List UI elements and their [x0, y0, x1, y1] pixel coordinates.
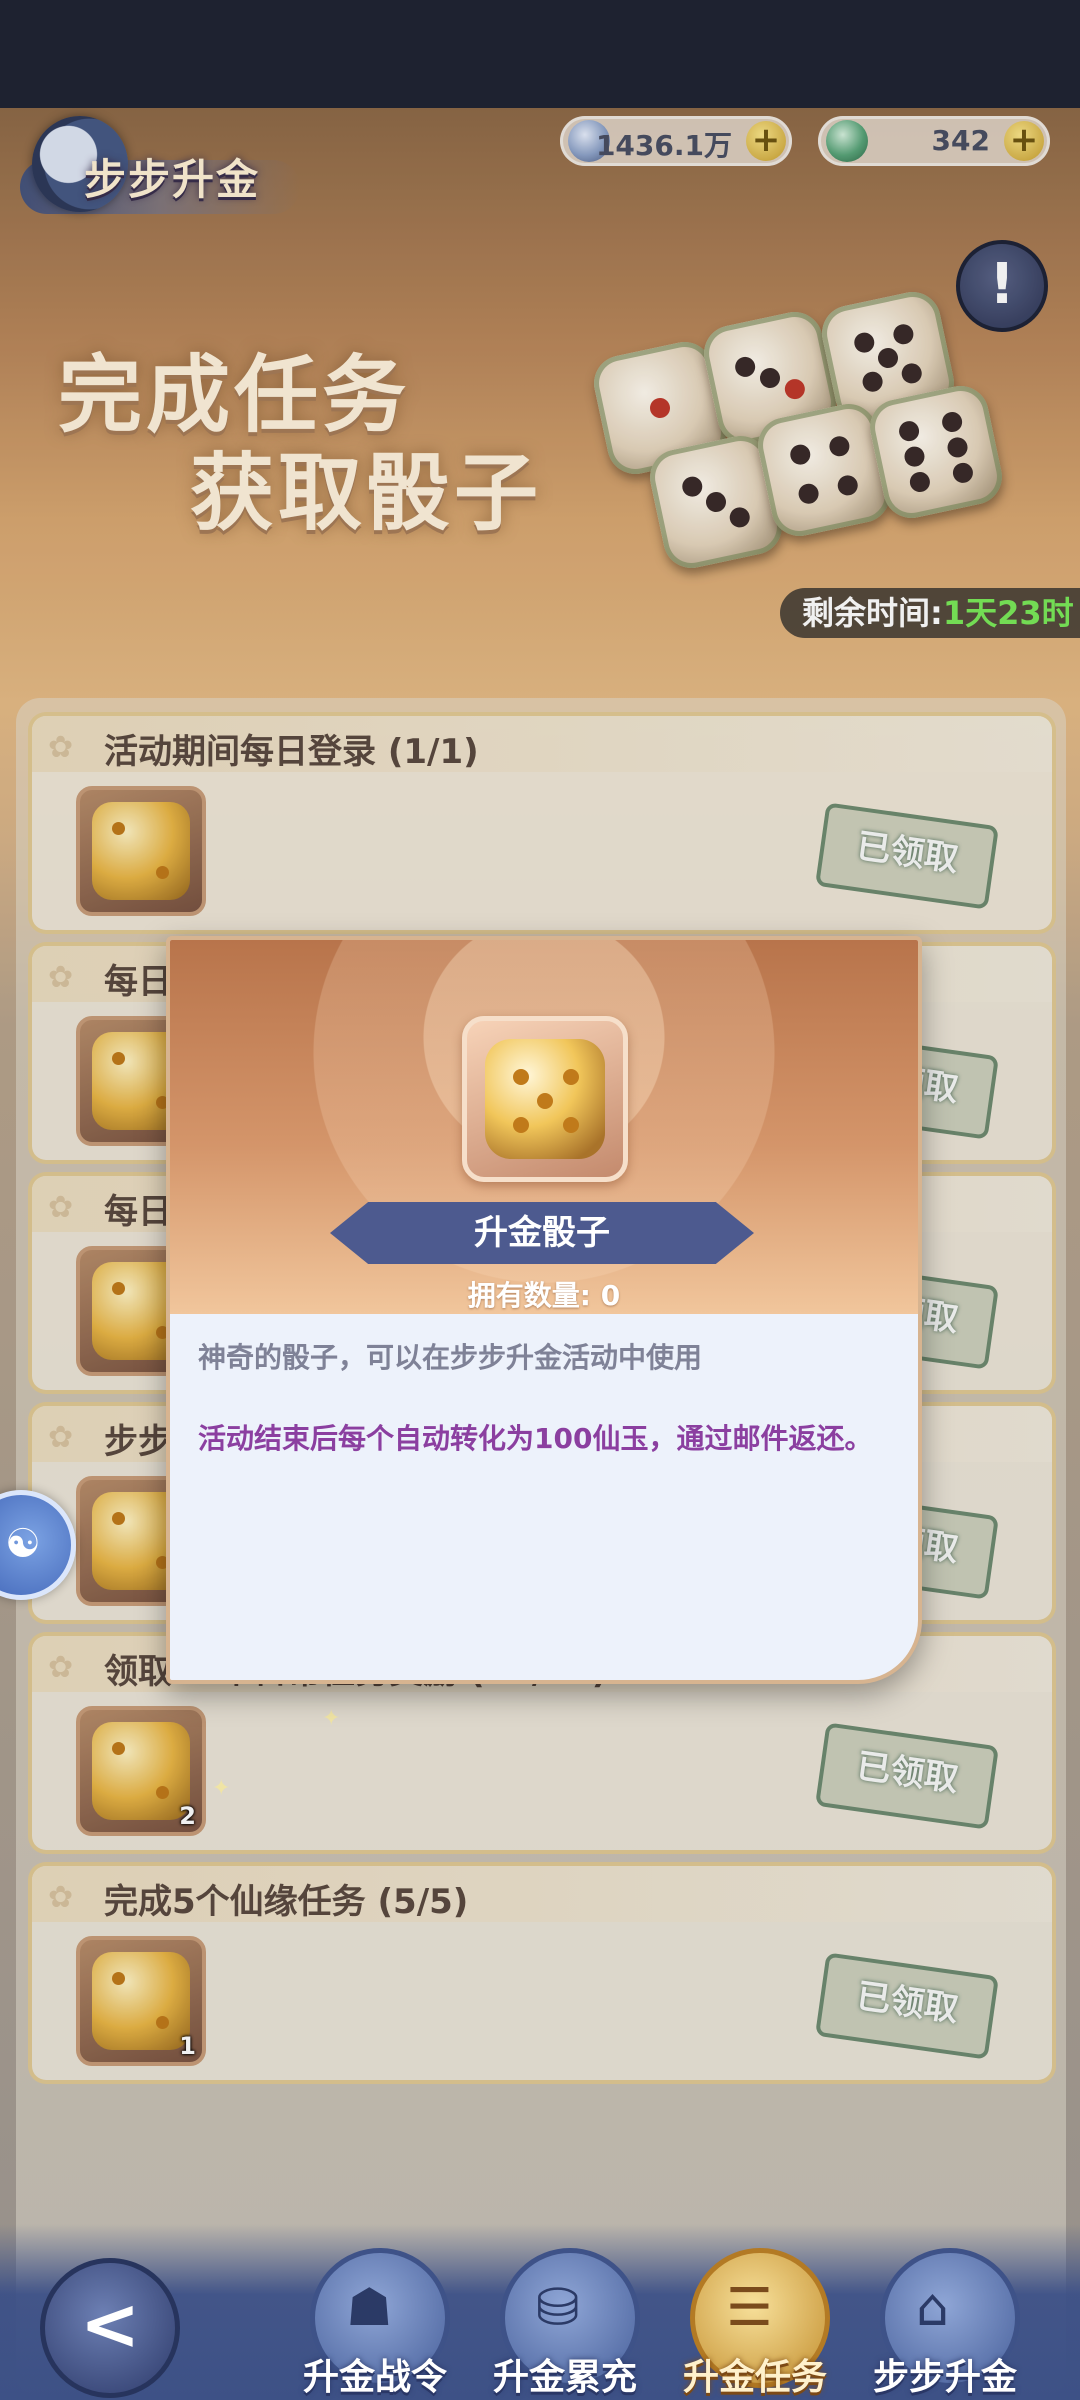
- status-bar: [0, 0, 1080, 108]
- game-screen: 步步升金 1436.1万 + 342 + ! 完成任务 获取骰子 剩余时间:1天…: [0, 108, 1080, 2400]
- item-name: 升金骰子: [474, 1213, 610, 1253]
- item-conversion-note: 活动结束后每个自动转化为100仙玉，通过邮件返还。: [198, 1422, 873, 1455]
- pavilion-glyph: ⌂: [916, 2278, 950, 2338]
- nav-label: 步步升金: [872, 2357, 1017, 2398]
- nav-label: 升金任务: [682, 2357, 827, 2398]
- back-button[interactable]: <: [40, 2258, 180, 2398]
- owned-count: 拥有数量: 0: [467, 1279, 621, 1312]
- scroll-glyph: ☰: [726, 2278, 773, 2338]
- item-detail-modal: 升金骰子 拥有数量: 0 神奇的骰子，可以在步步升金活动中使用 活动结束后每个自…: [166, 936, 922, 1684]
- mask-glyph: ☗: [346, 2278, 393, 2338]
- gamepad-icon: ☯: [5, 1521, 41, 1567]
- nav-label: 升金累充: [492, 2357, 637, 2398]
- nav-item-battle-pass[interactable]: ☗ 升金战令: [300, 2248, 450, 2398]
- nav-label: 升金战令: [302, 2357, 447, 2398]
- item-description: 神奇的骰子，可以在步步升金活动中使用: [198, 1341, 703, 1374]
- bowl-glyph: ⛁: [536, 2278, 580, 2338]
- nav-item-recharge[interactable]: ⛁ 升金累充: [490, 2248, 640, 2398]
- nav-item-tasks[interactable]: ☰ 升金任务: [680, 2248, 830, 2398]
- item-icon-frame: [462, 1016, 628, 1182]
- golden-dice-icon: [485, 1039, 605, 1159]
- nav-item-step-gold[interactable]: ⌂ 步步升金: [870, 2248, 1020, 2398]
